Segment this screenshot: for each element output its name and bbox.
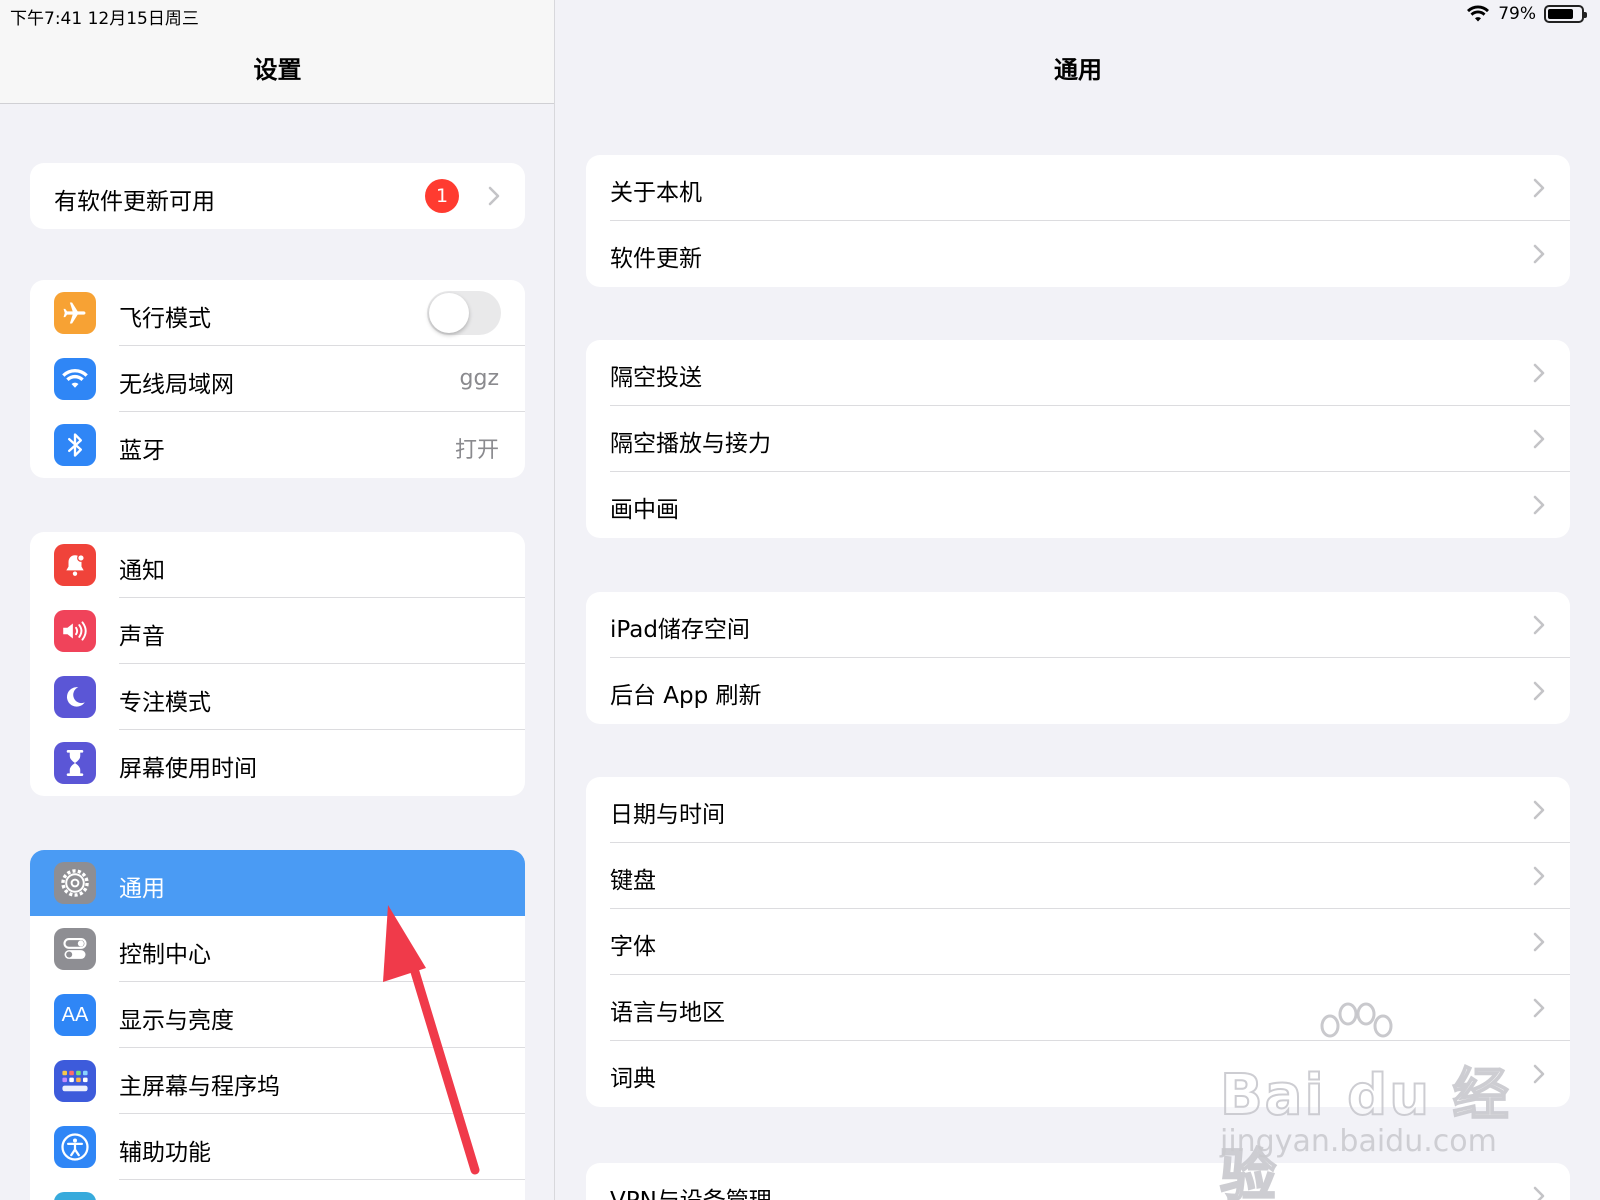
grid-icon <box>54 1060 96 1102</box>
chevron-right-icon <box>1533 178 1545 198</box>
chevron-right-icon <box>1533 1186 1545 1200</box>
detail-row-label: 隔空播放与接力 <box>610 431 771 457</box>
chevron-right-icon <box>1533 998 1545 1018</box>
detail-row-label: 隔空投送 <box>610 365 702 391</box>
sidebar-item-label: 显示与亮度 <box>119 1008 234 1034</box>
detail-row-label: 软件更新 <box>610 246 702 272</box>
accessibility-icon <box>54 1126 96 1168</box>
chevron-right-icon <box>488 186 500 206</box>
sidebar-item-label: 通用 <box>119 876 165 902</box>
detail-group: 隔空投送隔空播放与接力 画中画 <box>586 340 1570 538</box>
airplane-mode-toggle[interactable] <box>427 291 501 335</box>
chevron-right-icon <box>1533 615 1545 635</box>
connectivity-group: 飞行模式 无线局域网 ggz 蓝牙 打开 <box>30 280 525 478</box>
bluetooth-value: 打开 <box>454 438 499 463</box>
sidebar-item-bluetooth[interactable]: 蓝牙 打开 <box>30 412 525 478</box>
update-label: 有软件更新可用 <box>54 189 215 215</box>
baidu-watermark: Bai du 经验 jingyan.baidu.com <box>1219 1002 1520 1200</box>
detail-row[interactable]: 画中画 <box>586 472 1570 538</box>
chevron-right-icon <box>1533 866 1545 886</box>
battery-icon <box>1544 5 1587 23</box>
sidebar-item-focus[interactable]: 专注模式 <box>30 664 525 730</box>
detail-row[interactable]: iPad储存空间 <box>586 592 1570 658</box>
toggle-knob <box>429 293 469 333</box>
sidebar-item-label: 主屏幕与程序坞 <box>119 1074 280 1100</box>
sidebar-item-label: 飞行模式 <box>119 306 211 332</box>
speaker-icon <box>54 610 96 652</box>
sidebar-item-screen-time[interactable]: 屏幕使用时间 <box>30 730 525 796</box>
bell-icon <box>54 544 96 586</box>
wifi-network-value: ggz <box>459 366 499 391</box>
detail-title: 通用 <box>1054 56 1102 84</box>
status-right: 79% <box>1466 4 1587 24</box>
detail-row-label: VPN与设备管理 <box>610 1181 772 1200</box>
detail-row[interactable]: 隔空投送 <box>586 340 1570 406</box>
detail-row[interactable]: 日期与时间 <box>586 777 1570 843</box>
chevron-right-icon <box>1533 681 1545 701</box>
detail-group: iPad储存空间 后台 App 刷新 <box>586 592 1570 724</box>
gear-icon <box>54 862 96 904</box>
sidebar-item-airplane-mode[interactable]: 飞行模式 <box>30 280 525 346</box>
detail-row-label: 画中画 <box>610 497 679 523</box>
sidebar-item-partial[interactable] <box>30 1180 525 1200</box>
notifications-group: 通知 声音 专注模式 屏幕使用时间 <box>30 532 525 796</box>
toggles-icon <box>54 928 96 970</box>
detail-row-label: 词典 <box>610 1066 656 1092</box>
airplane-icon <box>54 292 96 334</box>
chevron-right-icon <box>1533 495 1545 515</box>
sidebar-item-label: 蓝牙 <box>119 438 165 464</box>
detail-row-label: 后台 App 刷新 <box>610 683 762 709</box>
sidebar-title: 设置 <box>253 56 302 84</box>
sidebar-item-label: 屏幕使用时间 <box>119 756 257 782</box>
text-size-icon: AA <box>54 994 96 1036</box>
sidebar-item-label: 辅助功能 <box>119 1140 211 1166</box>
sidebar-item-label: 通知 <box>119 558 165 584</box>
chevron-right-icon <box>1533 429 1545 449</box>
detail-row-label: iPad储存空间 <box>610 617 750 643</box>
annotation-arrow <box>383 905 480 1175</box>
general-detail-pane: 通用 关于本机软件更新隔空投送隔空播放与接力 画中画 iPad储存空间 后台 App … <box>556 0 1600 1200</box>
detail-row[interactable]: 隔空播放与接力 <box>586 406 1570 472</box>
chevron-right-icon <box>1533 1064 1545 1084</box>
detail-group: 关于本机 软件更新 <box>586 155 1570 287</box>
status-bar: 下午7:41 12月15日周三 79% <box>0 0 1600 30</box>
hourglass-icon <box>54 742 96 784</box>
chevron-right-icon <box>1533 800 1545 820</box>
sidebar-item-label: 控制中心 <box>119 942 211 968</box>
software-update-available-row[interactable]: 有软件更新可用 1 <box>30 163 525 229</box>
detail-row-label: 语言与地区 <box>610 1000 725 1026</box>
watermark-sub: jingyan.baidu.com <box>1220 1124 1497 1159</box>
chevron-right-icon <box>1533 244 1545 264</box>
wifi-status-icon <box>1467 5 1490 22</box>
sidebar-item-wifi[interactable]: 无线局域网 ggz <box>30 346 525 412</box>
sidebar-item-sounds[interactable]: 声音 <box>30 598 525 664</box>
battery-percent: 79% <box>1498 4 1536 24</box>
detail-row[interactable]: 关于本机 <box>586 155 1570 221</box>
status-time: 下午7:41 12月15日周三 <box>10 9 199 29</box>
update-badge: 1 <box>425 179 459 213</box>
detail-row[interactable]: 键盘 <box>586 843 1570 909</box>
update-group: 有软件更新可用 1 <box>30 163 525 229</box>
sidebar-item-notifications[interactable]: 通知 <box>30 532 525 598</box>
detail-row[interactable]: 后台 App 刷新 <box>586 658 1570 724</box>
sidebar-item-label: 无线局域网 <box>119 372 234 398</box>
wallpaper-icon <box>54 1192 96 1200</box>
chevron-right-icon <box>1533 363 1545 383</box>
bluetooth-icon <box>54 424 96 466</box>
sidebar-item-label: 声音 <box>119 624 165 650</box>
sidebar-item-label: 专注模式 <box>119 690 211 716</box>
wifi-icon <box>54 358 96 400</box>
detail-row[interactable]: 字体 <box>586 909 1570 975</box>
detail-row-label: 关于本机 <box>610 180 702 206</box>
battery-fill <box>1548 9 1574 19</box>
detail-row-label: 键盘 <box>610 868 656 894</box>
chevron-right-icon <box>1533 932 1545 952</box>
paw-icon <box>1320 1002 1393 1038</box>
detail-row[interactable]: 软件更新 <box>586 221 1570 287</box>
detail-row-label: 日期与时间 <box>610 802 725 828</box>
moon-icon <box>54 676 96 718</box>
detail-row-label: 字体 <box>610 934 656 960</box>
